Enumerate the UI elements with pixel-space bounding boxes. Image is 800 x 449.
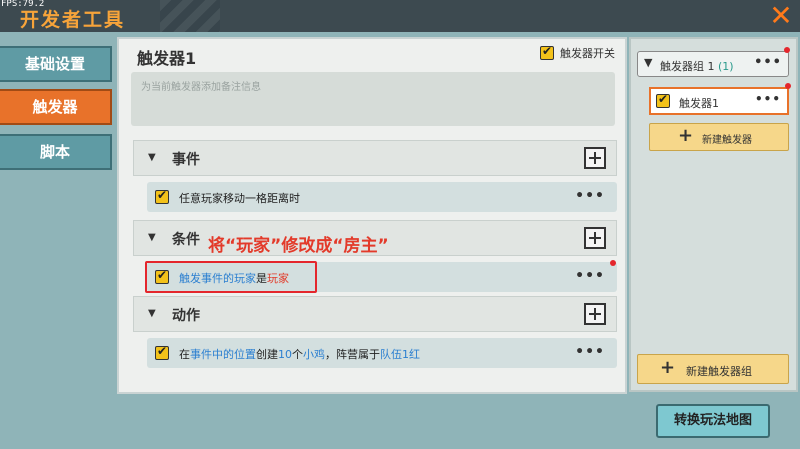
group-count: (1) — [718, 60, 734, 73]
title-bar: FPS:79.2 开发者工具 ✕ — [0, 0, 800, 32]
more-icon[interactable]: ••• — [575, 188, 605, 204]
action-section-label: 动作 — [172, 308, 200, 324]
event-section-label: 事件 — [172, 152, 200, 168]
collapse-triangle-icon[interactable]: ▼ — [148, 308, 156, 319]
trigger-group-panel: ▼ 触发器组 1 (1) ••• 触发器1 ••• + 新建触发器 + 新建触发… — [629, 37, 798, 392]
trigger-group-header[interactable]: ▼ 触发器组 1 (1) ••• — [637, 51, 789, 77]
tab-scripts[interactable]: 脚本 — [0, 134, 112, 170]
action-row[interactable]: 在事件中的位置创建10个小鸡，阵营属于队伍1红 ••• — [147, 338, 617, 368]
action-word: 在 — [179, 348, 190, 361]
chevron-down-icon[interactable]: ▼ — [644, 56, 652, 69]
app-title: 开发者工具 — [20, 9, 126, 31]
collapse-triangle-icon[interactable]: ▼ — [148, 152, 156, 163]
event-checkbox-icon[interactable] — [155, 188, 169, 204]
new-trigger-button[interactable]: + 新建触发器 — [649, 123, 789, 151]
action-param-position[interactable]: 事件中的位置 — [190, 348, 256, 361]
action-section-header[interactable]: ▼ 动作 — [133, 296, 617, 332]
plus-icon: + — [660, 357, 676, 378]
add-event-button[interactable] — [584, 147, 606, 169]
action-word: ，阵营属于 — [325, 348, 380, 361]
more-icon[interactable]: ••• — [755, 92, 781, 106]
new-group-label: 新建触发器组 — [686, 365, 752, 378]
action-word: 创建 — [256, 348, 278, 361]
switch-map-button[interactable]: 转换玩法地图 — [656, 404, 770, 438]
plus-icon: + — [678, 125, 694, 146]
tab-basic-settings[interactable]: 基础设置 — [0, 46, 112, 82]
action-checkbox-icon[interactable] — [155, 344, 169, 360]
highlight-box — [145, 261, 317, 293]
event-text[interactable]: 任意玩家移动一格距离时 — [179, 190, 300, 206]
trigger-item-checkbox-icon[interactable] — [656, 92, 670, 108]
annotation-text: 将“玩家”修改成“房主” — [208, 236, 389, 256]
trigger-item-label: 触发器1 — [679, 97, 719, 110]
new-trigger-group-button[interactable]: + 新建触发器组 — [637, 354, 789, 384]
condition-section-label: 条件 — [172, 232, 200, 248]
trigger-editor-panel: 触发器1 触发器开关 为当前触发器添加备注信息 ▼ 事件 任意玩家移动一格距离时… — [117, 37, 627, 394]
add-action-button[interactable] — [584, 303, 606, 325]
trigger-switch-checkbox-icon[interactable] — [540, 44, 554, 60]
notification-dot — [785, 83, 791, 89]
tab-triggers[interactable]: 触发器 — [0, 89, 112, 125]
trigger-note-input[interactable]: 为当前触发器添加备注信息 — [131, 72, 615, 126]
trigger-switch-label: 触发器开关 — [560, 47, 615, 60]
more-icon[interactable]: ••• — [575, 344, 605, 360]
trigger-name[interactable]: 触发器1 — [137, 45, 196, 69]
group-name: 触发器组 1 — [660, 60, 715, 73]
title-decoration — [160, 0, 220, 32]
collapse-triangle-icon[interactable]: ▼ — [148, 232, 156, 243]
trigger-switch[interactable]: 触发器开关 — [540, 44, 615, 61]
action-param-count[interactable]: 10 — [278, 348, 292, 361]
event-row[interactable]: 任意玩家移动一格距离时 ••• — [147, 182, 617, 212]
action-text[interactable]: 在事件中的位置创建10个小鸡，阵营属于队伍1红 — [179, 346, 420, 362]
trigger-list-item[interactable]: 触发器1 ••• — [649, 87, 789, 115]
new-trigger-label: 新建触发器 — [702, 135, 752, 146]
action-param-team[interactable]: 队伍1红 — [380, 348, 420, 361]
notification-dot — [784, 47, 790, 53]
notification-dot — [610, 260, 616, 266]
more-icon[interactable]: ••• — [754, 55, 782, 70]
more-icon[interactable]: ••• — [575, 268, 605, 284]
trigger-group-label: 触发器组 1 (1) — [660, 58, 734, 74]
action-param-creature[interactable]: 小鸡 — [303, 348, 325, 361]
close-icon[interactable]: ✕ — [766, 2, 796, 30]
add-condition-button[interactable] — [584, 227, 606, 249]
event-section-header[interactable]: ▼ 事件 — [133, 140, 617, 176]
action-word: 个 — [292, 348, 303, 361]
